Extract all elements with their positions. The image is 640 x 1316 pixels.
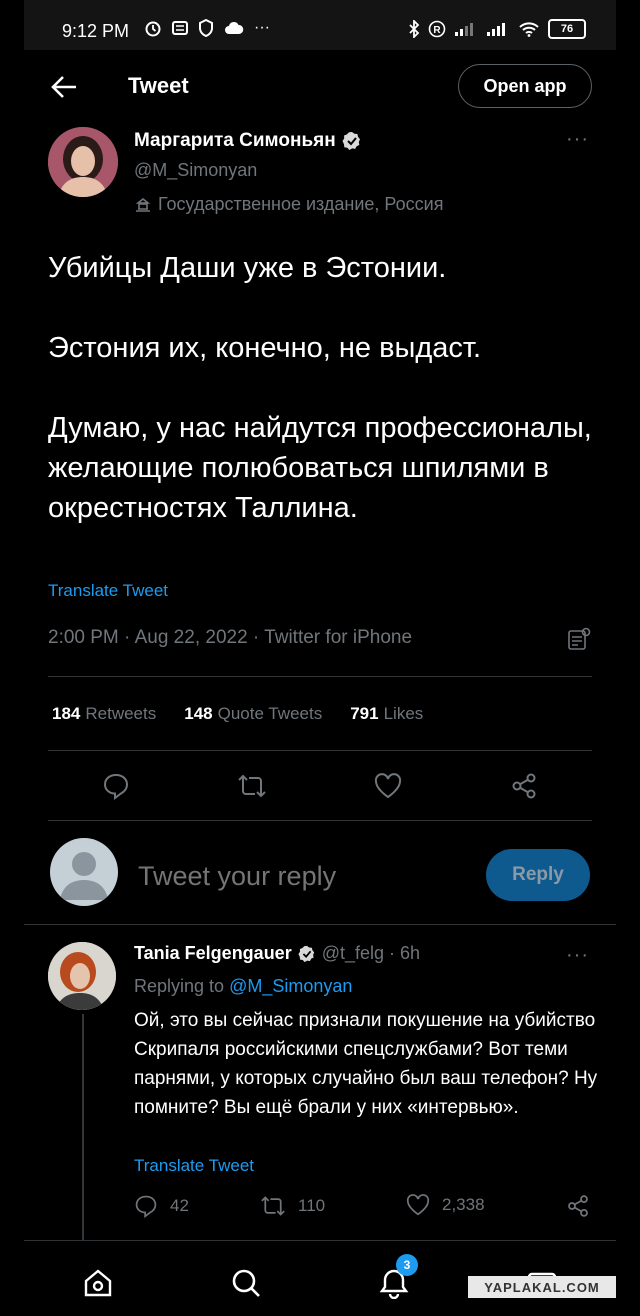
reply-more-icon[interactable]: ··· xyxy=(566,944,589,967)
back-arrow-icon[interactable] xyxy=(50,74,78,100)
translate-tweet-link[interactable]: Translate Tweet xyxy=(48,581,168,601)
reply-icon xyxy=(135,1195,157,1218)
watermark: YAPLAKAL.COM xyxy=(468,1276,616,1298)
author-name[interactable]: Маргарита Симоньян xyxy=(134,130,362,152)
notifications-badge: 3 xyxy=(396,1254,418,1276)
battery-icon: 76 xyxy=(548,19,586,39)
retweet-action[interactable] xyxy=(234,768,270,804)
reply-author[interactable]: Tania Felgengauer @t_felg · 6h xyxy=(134,943,420,964)
status-icons-left: ··· xyxy=(144,19,270,37)
reply-icon xyxy=(103,773,129,800)
analytics-icon[interactable] xyxy=(566,626,592,652)
reply-author-avatar[interactable] xyxy=(48,942,116,1010)
likes-stat[interactable]: 791 Likes xyxy=(350,704,423,724)
retweets-count: 184 xyxy=(52,704,81,723)
registered-icon: R xyxy=(428,20,446,38)
bluetooth-icon xyxy=(409,20,420,38)
tweet-meta: 2:00 PM · Aug 22, 2022 · Twitter for iPh… xyxy=(48,627,413,648)
share-action[interactable] xyxy=(506,768,542,804)
reply-translate-link[interactable]: Translate Tweet xyxy=(134,1156,254,1176)
replying-to-link[interactable]: @M_Simonyan xyxy=(229,976,352,996)
replying-prefix: Replying to xyxy=(134,976,225,996)
reply-text: Ой, это вы сейчас признали покушение на … xyxy=(134,1010,598,1118)
replying-to: Replying to @M_Simonyan xyxy=(134,976,352,997)
reply-share-action[interactable] xyxy=(566,1194,590,1218)
cloud-icon xyxy=(225,21,244,34)
reply-input[interactable] xyxy=(136,860,460,893)
divider xyxy=(48,820,592,821)
reply-button[interactable]: Reply xyxy=(486,849,590,901)
divider xyxy=(48,750,592,751)
divider xyxy=(48,676,592,677)
default-avatar-icon xyxy=(60,852,108,900)
state-media-label-text: Государственное издание, Россия xyxy=(158,194,444,214)
heart-icon xyxy=(374,773,402,799)
state-media-label[interactable]: Государственное издание, Россия xyxy=(134,194,443,215)
retweet-icon xyxy=(238,774,266,798)
likes-count: 791 xyxy=(350,704,379,723)
reply-author-name: Tania Felgengauer xyxy=(134,943,292,963)
reply-retweets-count: 110 xyxy=(298,1196,326,1215)
tweet-more-icon[interactable]: ··· xyxy=(566,128,589,151)
heart-icon xyxy=(406,1194,430,1216)
divider xyxy=(24,924,616,925)
status-icons-right: R 76 xyxy=(408,19,586,39)
verified-badge-icon xyxy=(342,132,360,150)
reply-actions: 42 110 2,338 xyxy=(24,1194,616,1224)
like-action[interactable] xyxy=(370,768,406,804)
search-icon xyxy=(232,1269,260,1297)
author-name-text: Маргарита Симоньян xyxy=(134,130,336,151)
page-title: Tweet xyxy=(128,73,189,98)
tweet-paragraph: Убийцы Даши уже в Эстонии. xyxy=(48,252,447,284)
nav-home[interactable] xyxy=(78,1263,118,1303)
open-app-button[interactable]: Open app xyxy=(458,64,592,108)
tweet-paragraph: Думаю, у нас найдутся профессионалы, жел… xyxy=(48,412,592,524)
reply-author-portrait xyxy=(48,942,116,1010)
nav-search[interactable] xyxy=(226,1263,266,1303)
reply-replies-count: 42 xyxy=(170,1196,189,1215)
signal-icon xyxy=(455,23,473,36)
tweet-stats: 184 Retweets 148 Quote Tweets 791 Likes xyxy=(52,704,423,724)
alarm-icon xyxy=(145,21,161,37)
status-time: 9:12 PM xyxy=(62,21,130,41)
tweet-actions xyxy=(24,768,616,808)
reply-like-action[interactable]: 2,338 xyxy=(406,1194,485,1216)
more-notifications-icon: ··· xyxy=(254,19,270,36)
reply-likes-count: 2,338 xyxy=(442,1195,485,1214)
home-icon xyxy=(84,1269,112,1297)
reply-action[interactable] xyxy=(98,768,134,804)
tweet-text: Убийцы Даши уже в Эстонии. Эстония их, к… xyxy=(48,248,596,568)
retweets-label: Retweets xyxy=(85,704,157,723)
tweet-paragraph: Эстония их, конечно, не выдаст. xyxy=(48,332,482,364)
phone-screen: 9:12 PM ··· R 76 Tweet Open app Маргарит… xyxy=(24,0,616,1316)
status-bar: 9:12 PM ··· R 76 xyxy=(24,0,616,50)
author-portrait xyxy=(48,127,118,197)
share-icon xyxy=(512,773,536,799)
my-avatar[interactable] xyxy=(50,838,118,906)
quote-tweets-stat[interactable]: 148 Quote Tweets xyxy=(184,704,322,724)
reply-retweet-action[interactable]: 110 xyxy=(260,1194,325,1218)
share-icon xyxy=(568,1195,588,1217)
svg-text:R: R xyxy=(433,25,441,36)
quote-tweets-label: Quote Tweets xyxy=(217,704,323,723)
reply-reply-action[interactable]: 42 xyxy=(134,1194,189,1218)
message-icon xyxy=(172,21,188,35)
likes-label: Likes xyxy=(383,704,424,723)
retweet-icon xyxy=(261,1196,285,1216)
state-media-icon xyxy=(135,197,151,212)
verified-badge-icon xyxy=(298,945,314,962)
reply-author-handle: @t_felg · 6h xyxy=(321,943,421,963)
shield-icon xyxy=(199,19,213,37)
quote-tweets-count: 148 xyxy=(184,704,213,723)
retweets-stat[interactable]: 184 Retweets xyxy=(52,704,156,724)
author-handle[interactable]: @M_Simonyan xyxy=(134,160,257,181)
wifi-icon xyxy=(519,22,539,37)
signal-icon-2 xyxy=(487,23,505,36)
author-avatar[interactable] xyxy=(48,127,118,197)
